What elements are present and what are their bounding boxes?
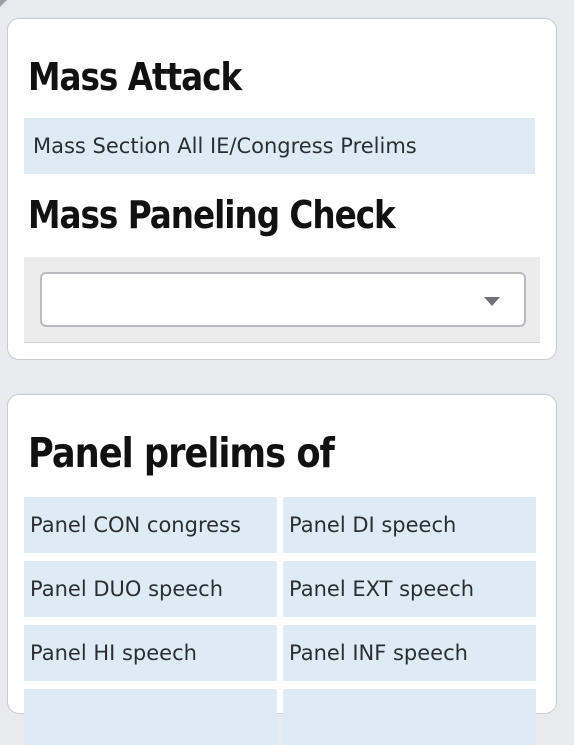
corner-triangle-icon <box>0 0 7 7</box>
mass-paneling-title: Mass Paneling Check <box>28 193 396 237</box>
chevron-down-icon <box>484 297 500 306</box>
panel-hi-speech-button[interactable]: Panel HI speech <box>24 625 277 681</box>
mass-attack-title: Mass Attack <box>28 55 242 99</box>
panel-prelims-card: Panel prelims of Panel CON congress Pane… <box>7 394 557 745</box>
paneling-select-container <box>24 257 540 343</box>
panel-cutoff-button-right[interactable] <box>283 689 536 745</box>
panel-di-speech-button[interactable]: Panel DI speech <box>283 497 536 553</box>
mass-section-link[interactable]: Mass Section All IE/Congress Prelims <box>24 118 535 174</box>
panel-ext-speech-button[interactable]: Panel EXT speech <box>283 561 536 617</box>
paneling-select[interactable] <box>40 272 526 327</box>
panel-cutoff-button-left[interactable] <box>24 689 277 745</box>
panel-con-congress-button[interactable]: Panel CON congress <box>24 497 277 553</box>
panel-duo-speech-button[interactable]: Panel DUO speech <box>24 561 277 617</box>
mass-attack-card: Mass Attack Mass Section All IE/Congress… <box>7 18 557 360</box>
panel-prelims-title: Panel prelims of <box>28 429 335 477</box>
panel-inf-speech-button[interactable]: Panel INF speech <box>283 625 536 681</box>
